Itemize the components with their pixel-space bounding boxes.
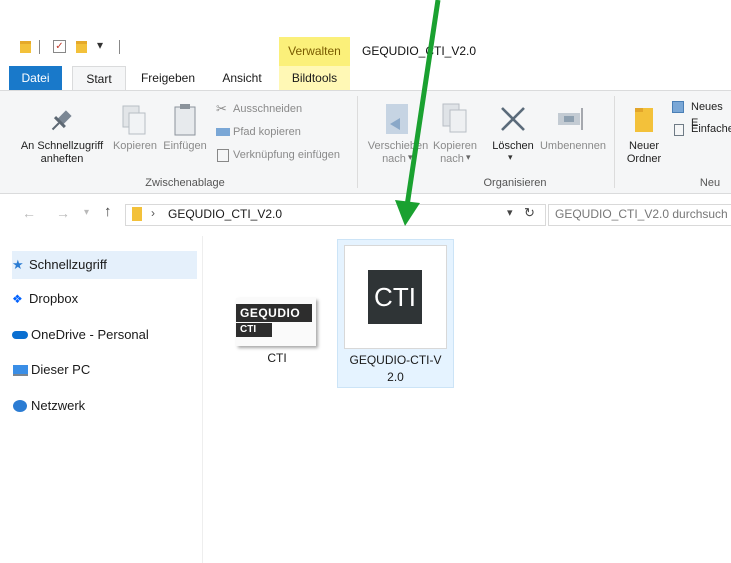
organize-group-label: Organisieren xyxy=(483,177,547,189)
tab-datei[interactable]: Datei xyxy=(9,66,62,90)
pin-label: An Schnellzugriff xyxy=(20,140,104,152)
network-icon xyxy=(13,400,27,412)
sidebar-item-label: Netzwerk xyxy=(31,398,86,413)
new-folder-button[interactable] xyxy=(632,104,658,136)
tab-bildtools[interactable]: Bildtools xyxy=(279,66,350,90)
breadcrumb-chevron-icon: › xyxy=(151,206,155,220)
file-name: CTI xyxy=(267,351,287,365)
tab-ansicht[interactable]: Ansicht xyxy=(212,66,272,90)
clipboard-icon xyxy=(174,104,196,136)
folder-icon xyxy=(20,41,31,53)
arrow-head xyxy=(395,200,420,226)
dropbox-icon: ❖ xyxy=(12,292,23,306)
new-folder-icon xyxy=(635,108,653,132)
path-icon xyxy=(216,128,230,136)
rename-button[interactable] xyxy=(556,104,588,134)
easy-access-icon xyxy=(674,124,684,136)
divider xyxy=(119,40,120,54)
cti-logo-thumbnail: GEQUDIO CTI xyxy=(236,298,316,346)
easy-access-button[interactable]: Einfache xyxy=(691,121,731,137)
sidebar-item-netzwerk[interactable]: Netzwerk xyxy=(12,392,197,420)
arrow-shaft xyxy=(404,0,441,207)
sidebar-item-dropbox[interactable]: ❖ Dropbox xyxy=(12,285,197,313)
cloud-icon xyxy=(12,331,28,339)
sidebar-item-dieser-pc[interactable]: Dieser PC xyxy=(12,356,197,384)
star-icon: ★ xyxy=(12,257,24,272)
sidebar-item-label: OneDrive - Personal xyxy=(31,327,149,342)
customize-qa-icon[interactable]: ▾ xyxy=(97,38,103,52)
group-divider xyxy=(614,96,615,188)
pc-icon xyxy=(13,365,28,376)
file-name-line2: 2.0 xyxy=(387,370,404,384)
contextual-group-label: Verwalten xyxy=(288,44,341,58)
folder-icon xyxy=(132,207,142,221)
cti-app-icon: CTI xyxy=(368,270,422,324)
pin-icon xyxy=(51,110,72,131)
scissors-icon: ✂ xyxy=(216,101,227,116)
pin-button[interactable] xyxy=(46,106,76,136)
clipboard-group-label: Zwischenablage xyxy=(145,177,225,189)
new-item-button[interactable]: Neues E xyxy=(691,99,731,129)
file-name: GEQUDIO-CTI-V xyxy=(349,353,442,367)
address-dropdown-icon[interactable]: ▾ xyxy=(507,206,513,219)
new-folder-label: Neuer xyxy=(629,140,659,152)
sidebar-item-label: Schnellzugriff xyxy=(29,257,107,272)
copy-path-button[interactable]: Pfad kopieren xyxy=(233,124,301,140)
sidebar-item-schnellzugriff[interactable]: ★ Schnellzugriff xyxy=(12,251,197,279)
tab-start[interactable]: Start xyxy=(72,66,126,90)
back-arrow-icon[interactable]: ← xyxy=(22,205,36,221)
cut-button[interactable]: Ausschneiden xyxy=(233,101,302,117)
file-item-cti[interactable]: GEQUDIO CTI CTI xyxy=(232,294,322,374)
file-item-gequdio-cti-v2[interactable]: CTI GEQUDIO-CTI-V 2.0 xyxy=(337,239,454,388)
app-icon-text: CTI xyxy=(374,282,416,312)
sidebar-item-label: Dropbox xyxy=(29,291,79,306)
properties-check-icon[interactable]: ✓ xyxy=(53,40,66,53)
group-divider xyxy=(357,96,358,188)
divider xyxy=(39,40,40,54)
breadcrumb-segment[interactable]: GEQUDIO_CTI_V2.0 xyxy=(168,207,282,221)
refresh-icon[interactable]: ↻ xyxy=(524,205,535,221)
paste-button[interactable] xyxy=(170,104,200,138)
copy-label: Kopieren xyxy=(112,140,158,152)
up-arrow-icon[interactable]: ↑ xyxy=(104,203,112,220)
delete-button[interactable] xyxy=(498,104,528,134)
shortcut-icon xyxy=(217,149,229,162)
copy-button[interactable] xyxy=(120,104,150,138)
tab-freigeben[interactable]: Freigeben xyxy=(134,66,202,90)
pin-label-2: anheften xyxy=(40,153,84,165)
search-placeholder: GEQUDIO_CTI_V2.0 durchsuch xyxy=(555,207,728,221)
sidebar-item-onedrive[interactable]: OneDrive - Personal xyxy=(12,321,197,349)
new-item-icon xyxy=(672,101,684,113)
paste-shortcut-button[interactable]: Verknüpfung einfügen xyxy=(233,147,340,163)
new-folder-label-2: Ordner xyxy=(626,153,662,165)
rename-icon xyxy=(558,108,583,130)
sidebar-item-label: Dieser PC xyxy=(31,362,91,377)
thumbnail-frame: CTI xyxy=(344,245,447,349)
delete-x-icon xyxy=(501,107,525,131)
copy-icon xyxy=(122,105,146,135)
pane-divider xyxy=(202,236,203,563)
annotation-arrow xyxy=(395,0,441,226)
chevron-down-icon: ▾ xyxy=(508,152,513,162)
chevron-down-icon: ▾ xyxy=(466,152,471,162)
new-folder-qa-icon[interactable] xyxy=(76,41,87,53)
paste-label: Einfügen xyxy=(163,140,207,152)
logo-text: GEQUDIO xyxy=(240,306,301,320)
delete-label: Löschen xyxy=(492,140,534,152)
forward-arrow-icon[interactable]: → xyxy=(56,205,70,221)
logo-subtext: CTI xyxy=(240,324,257,335)
recent-chevron-icon[interactable]: ▾ xyxy=(84,207,89,218)
new-group-label: Neu xyxy=(699,177,721,189)
rename-label: Umbenennen xyxy=(539,140,607,152)
